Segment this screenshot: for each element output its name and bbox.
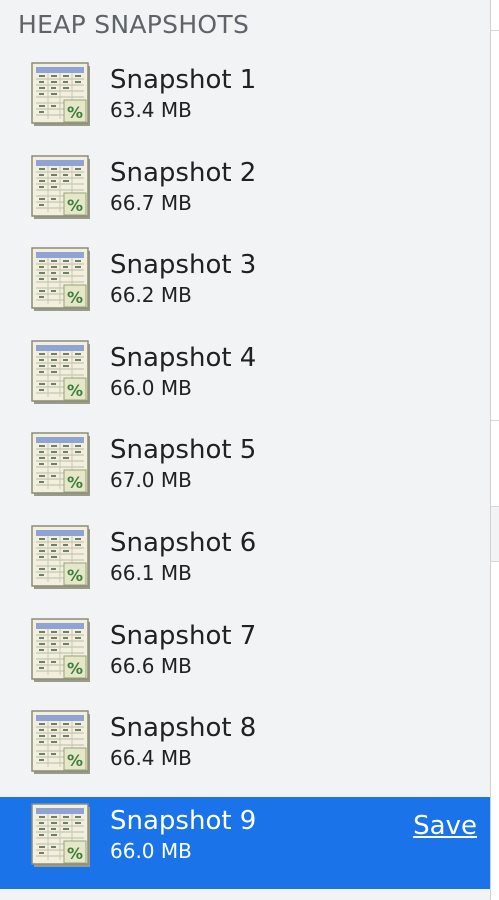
heap-snapshots-panel: HEAP SNAPSHOTS % Snapshot 1 63.4 MB % Sn… xyxy=(0,0,490,900)
snapshot-item-4[interactable]: % Snapshot 4 66.0 MB xyxy=(0,334,490,427)
snapshot-size: 63.4 MB xyxy=(110,98,192,122)
snapshot-name: Snapshot 2 xyxy=(110,157,257,188)
heap-snapshot-icon: % xyxy=(31,803,93,869)
snapshot-size: 66.6 MB xyxy=(110,653,192,678)
heap-snapshot-icon: % xyxy=(31,432,93,498)
snapshot-list: % Snapshot 1 63.4 MB % Snapshot 2 66.7 M… xyxy=(0,56,490,890)
snapshot-item-3[interactable]: % Snapshot 3 66.2 MB xyxy=(0,241,490,334)
snapshot-name: Snapshot 4 xyxy=(110,342,257,373)
snapshot-name: Snapshot 5 xyxy=(110,435,257,466)
svg-text:%: % xyxy=(67,196,83,215)
pane-divider xyxy=(491,420,499,421)
heap-snapshot-icon: % xyxy=(31,525,93,591)
snapshot-size: 66.0 MB xyxy=(110,375,192,400)
svg-text:%: % xyxy=(67,659,83,678)
snapshot-name: Snapshot 7 xyxy=(110,620,257,651)
snapshot-item-2[interactable]: % Snapshot 2 66.7 MB xyxy=(0,149,490,242)
heap-snapshot-icon: % xyxy=(31,154,93,221)
svg-text:%: % xyxy=(67,381,83,400)
save-link[interactable]: Save xyxy=(413,811,477,841)
snapshot-size: 66.0 MB xyxy=(110,838,192,863)
heap-snapshot-icon: % xyxy=(31,340,93,406)
heap-snapshot-icon: % xyxy=(31,617,93,684)
snapshot-size: 66.4 MB xyxy=(110,746,192,771)
snapshot-name: Snapshot 9 xyxy=(110,805,257,836)
heap-snapshot-icon: % xyxy=(31,710,93,776)
svg-text:%: % xyxy=(67,288,83,307)
snapshot-item-6[interactable]: % Snapshot 6 66.1 MB xyxy=(0,519,490,612)
snapshot-size: 66.2 MB xyxy=(110,283,192,308)
snapshot-size: 66.1 MB xyxy=(110,560,192,585)
snapshot-item-5[interactable]: % Snapshot 5 67.0 MB xyxy=(0,426,490,519)
snapshot-item-9[interactable]: % Snapshot 9 66.0 MB Save xyxy=(0,796,490,890)
snapshot-name: Snapshot 6 xyxy=(110,527,257,558)
snapshot-name: Snapshot 1 xyxy=(110,65,257,95)
svg-text:%: % xyxy=(67,103,83,122)
snapshot-name: Snapshot 3 xyxy=(110,250,257,281)
snapshot-item-1[interactable]: % Snapshot 1 63.4 MB xyxy=(0,56,490,149)
adjacent-pane-edge xyxy=(490,0,499,900)
snapshot-name: Snapshot 8 xyxy=(110,713,257,744)
snapshot-item-7[interactable]: % Snapshot 7 66.6 MB xyxy=(0,612,490,705)
svg-text:%: % xyxy=(67,566,83,585)
snapshot-item-8[interactable]: % Snapshot 8 66.4 MB xyxy=(0,704,490,797)
heap-snapshot-icon: % xyxy=(31,247,93,313)
pane-toolbar-edge xyxy=(491,506,499,562)
svg-text:%: % xyxy=(67,844,83,863)
pane-divider xyxy=(491,30,499,31)
snapshot-size: 66.7 MB xyxy=(110,190,192,215)
svg-text:%: % xyxy=(67,751,83,770)
snapshot-size: 67.0 MB xyxy=(110,468,192,493)
svg-text:%: % xyxy=(67,473,83,492)
heap-snapshot-icon: % xyxy=(31,62,93,128)
section-title: HEAP SNAPSHOTS xyxy=(18,10,250,39)
